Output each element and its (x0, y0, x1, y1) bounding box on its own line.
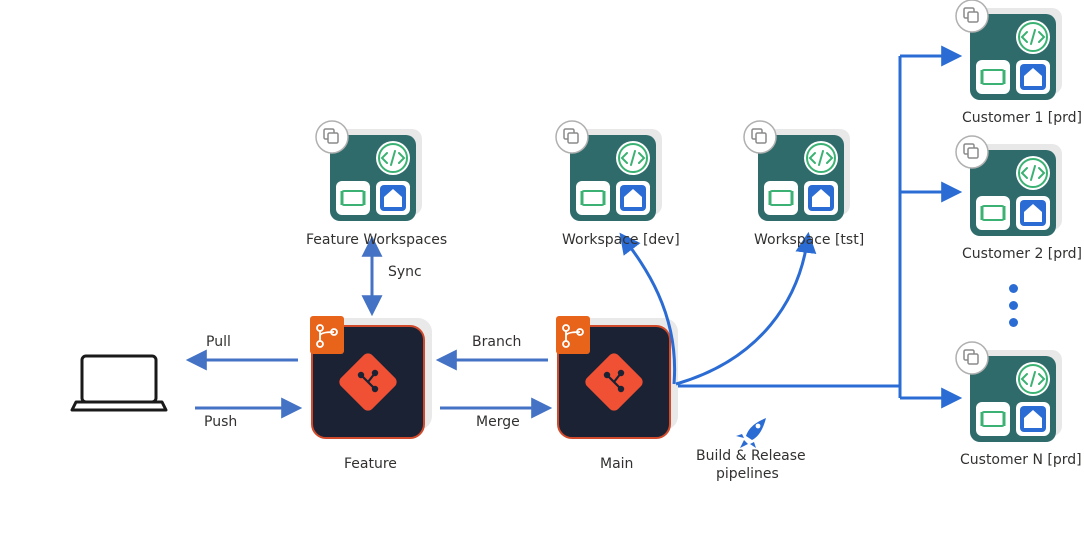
workspace-dev-node (556, 121, 662, 221)
customer-1-label: Customer 1 [prd] (962, 110, 1082, 126)
customer-2-node (956, 136, 1062, 236)
feature-label: Feature (344, 456, 397, 472)
feature-workspaces-node (316, 121, 422, 221)
push-label: Push (204, 414, 237, 430)
feature-workspaces-label: Feature Workspaces (306, 232, 447, 248)
merge-label: Merge (476, 414, 520, 430)
customer-2-label: Customer 2 [prd] (962, 246, 1082, 262)
pipelines-label-1: Build & Release (696, 448, 806, 464)
main-label: Main (600, 456, 633, 472)
workspace-dev-label: Workspace [dev] (562, 232, 680, 248)
workspace-tst-node (744, 121, 850, 221)
pull-label: Pull (206, 334, 231, 350)
laptop-icon (72, 356, 166, 410)
customers-ellipsis (1009, 284, 1018, 327)
sync-label: Sync (388, 264, 422, 280)
pipelines-label-2: pipelines (716, 466, 779, 482)
feature-repo (310, 316, 432, 438)
customer-n-node (956, 342, 1062, 442)
diagram-canvas (0, 0, 1084, 537)
workspace-tst-label: Workspace [tst] (754, 232, 864, 248)
pipeline-to-tst (676, 236, 808, 384)
branch-label: Branch (472, 334, 521, 350)
customer-n-label: Customer N [prd] (960, 452, 1082, 468)
rocket-icon (736, 418, 766, 448)
main-repo (556, 316, 678, 438)
customer-1-node (956, 0, 1062, 100)
